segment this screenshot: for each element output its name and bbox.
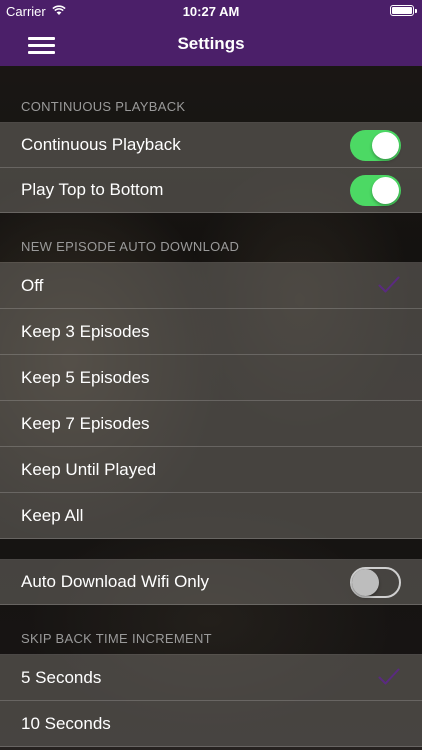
group-auto-download: Off Keep 3 Episodes Keep 5 Episodes Keep… bbox=[0, 262, 422, 539]
option-keep-3-episodes[interactable]: Keep 3 Episodes bbox=[0, 309, 422, 355]
clock: 10:27 AM bbox=[182, 4, 240, 19]
section-spacer bbox=[0, 539, 422, 559]
option-keep-until-played[interactable]: Keep Until Played bbox=[0, 447, 422, 493]
row-auto-download-wifi-only[interactable]: Auto Download Wifi Only bbox=[0, 560, 422, 605]
navigation-bar: Settings bbox=[0, 22, 422, 66]
wifi-only-toggle[interactable] bbox=[350, 567, 401, 598]
checkmark-icon bbox=[378, 668, 400, 685]
option-5-seconds[interactable]: 5 Seconds bbox=[0, 655, 422, 701]
section-header-skip-back: SKIP BACK TIME INCREMENT bbox=[0, 605, 422, 654]
row-label: 10 Seconds bbox=[21, 713, 111, 733]
page-title: Settings bbox=[177, 34, 245, 53]
group-skip-back: 5 Seconds 10 Seconds bbox=[0, 654, 422, 747]
row-label: Off bbox=[21, 275, 44, 295]
toggle-knob bbox=[372, 177, 399, 204]
row-label: 5 Seconds bbox=[21, 667, 102, 687]
option-off[interactable]: Off bbox=[0, 263, 422, 309]
section-header-auto-download: NEW EPISODE AUTO DOWNLOAD bbox=[0, 213, 422, 262]
row-label: Keep 3 Episodes bbox=[21, 321, 150, 341]
row-play-top-to-bottom[interactable]: Play Top to Bottom bbox=[0, 168, 422, 213]
section-header-continuous-playback: CONTINUOUS PLAYBACK bbox=[0, 66, 422, 122]
settings-list[interactable]: CONTINUOUS PLAYBACK Continuous Playback … bbox=[0, 66, 422, 750]
option-keep-5-episodes[interactable]: Keep 5 Episodes bbox=[0, 355, 422, 401]
group-continuous-playback: Continuous Playback Play Top to Bottom bbox=[0, 122, 422, 213]
battery-icon bbox=[390, 5, 417, 16]
option-keep-all[interactable]: Keep All bbox=[0, 493, 422, 539]
toggle-knob bbox=[372, 132, 399, 159]
row-label: Keep Until Played bbox=[21, 459, 157, 479]
row-continuous-playback[interactable]: Continuous Playback bbox=[0, 123, 422, 168]
option-keep-7-episodes[interactable]: Keep 7 Episodes bbox=[0, 401, 422, 447]
group-wifi: Auto Download Wifi Only bbox=[0, 559, 422, 605]
option-10-seconds[interactable]: 10 Seconds bbox=[0, 701, 422, 747]
play-top-to-bottom-toggle[interactable] bbox=[350, 175, 401, 206]
status-bar: Carrier 10:27 AM bbox=[0, 0, 422, 22]
row-label: Keep 7 Episodes bbox=[21, 413, 150, 433]
row-label: Keep 5 Episodes bbox=[21, 367, 150, 387]
toggle-knob bbox=[352, 569, 379, 596]
continuous-playback-toggle[interactable] bbox=[350, 130, 401, 161]
row-label: Keep All bbox=[21, 505, 84, 525]
checkmark-icon bbox=[378, 276, 400, 293]
